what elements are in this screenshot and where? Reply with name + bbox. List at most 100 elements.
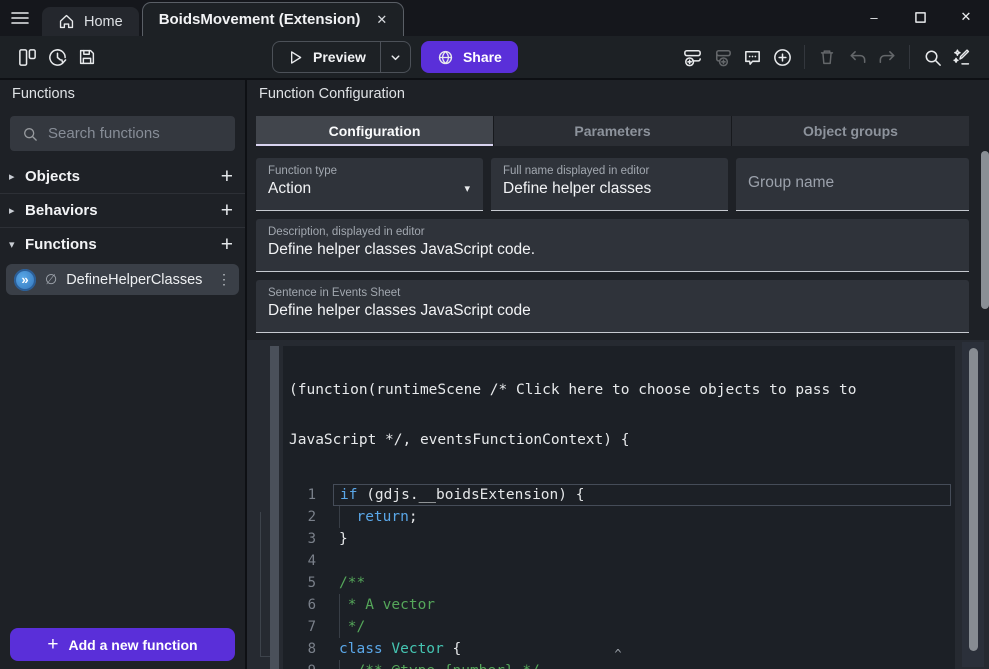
home-icon [58,13,75,30]
hamburger-icon [9,7,31,29]
code-text[interactable]: */ [333,616,951,638]
redo-button[interactable] [872,42,902,72]
events-scrollbar-track[interactable] [962,342,984,667]
tab-configuration[interactable]: Configuration [256,116,493,146]
preview-button[interactable]: Preview [273,42,380,72]
code-text[interactable]: class Vector { [333,638,951,660]
code-line[interactable]: 9 /** @type {number} */ [287,660,951,669]
tab-object-groups[interactable]: Object groups [732,116,969,146]
code-text[interactable]: /** @type {number} */ [333,660,951,669]
search-events-button[interactable] [917,42,947,72]
close-window-button[interactable]: ✕ [943,0,989,34]
add-more-button[interactable] [767,42,797,72]
history-clock-icon [47,47,68,68]
events-scrollbar-thumb[interactable] [969,348,978,651]
line-number: 6 [287,597,333,613]
code-line[interactable]: 2 return; [287,506,951,528]
code-text[interactable]: /** [333,572,951,594]
tree-section-behaviors[interactable]: ▸ Behaviors + [0,193,245,227]
chevron-down-icon: ▾ [9,238,25,251]
code-text[interactable]: return; [333,506,951,528]
history-button[interactable] [42,42,72,72]
app-window: Home BoidsMovement (Extension) ✕ – ✕ [0,0,989,669]
tab-home[interactable]: Home [42,7,139,36]
tree-section-functions[interactable]: ▾ Functions + [0,227,245,261]
delete-button[interactable] [812,42,842,72]
line-number: 5 [287,575,333,591]
chevron-right-icon: ▸ [9,170,25,183]
js-code-event[interactable]: (function(runtimeScene /* Click here to … [283,346,955,669]
function-options-kebab-icon[interactable]: ⋮ [217,271,231,288]
code-header[interactable]: (function(runtimeScene /* Click here to … [287,349,951,481]
tab-parameters[interactable]: Parameters [494,116,731,146]
toolbar: Preview Share [0,36,989,78]
add-function-button[interactable]: + [221,234,233,255]
magic-pen-icon [951,46,973,68]
trash-icon [817,47,837,67]
minimize-icon: – [870,10,877,25]
plus-icon: + [47,634,58,656]
functions-tree: ▸ Objects + ▸ Behaviors + ▾ Functions + … [0,159,245,618]
function-type-select[interactable]: Function type Action ▾ [256,158,483,211]
share-button[interactable]: Share [421,41,518,73]
full-name-field[interactable]: Full name displayed in editor Define hel… [491,158,728,211]
events-sheet: (function(runtimeScene /* Click here to … [247,340,989,669]
close-window-icon: ✕ [961,9,972,25]
add-object-button[interactable]: + [221,166,233,187]
tab-boidsmovement[interactable]: BoidsMovement (Extension) ✕ [142,2,405,36]
line-number: 7 [287,619,333,635]
description-field[interactable]: Description, displayed in editor Define … [256,219,969,272]
tree-section-objects[interactable]: ▸ Objects + [0,159,245,193]
code-text[interactable] [333,550,951,572]
add-behavior-button[interactable]: + [221,200,233,221]
titlebar: Home BoidsMovement (Extension) ✕ – ✕ [0,0,989,36]
function-item-definehelperclasses[interactable]: » ∅ DefineHelperClasses ⋮ [6,264,239,295]
config-tabs: Configuration Parameters Object groups [256,116,969,146]
minimize-button[interactable]: – [851,0,897,34]
code-line[interactable]: 6 * A vector [287,594,951,616]
code-editor[interactable]: 1if (gdjs.__boidsExtension) {2 return;3}… [287,484,951,669]
circle-plus-icon [772,47,793,68]
add-event-button[interactable] [677,42,707,72]
close-tab-icon[interactable]: ✕ [376,12,387,28]
event-drag-handle[interactable] [270,346,279,669]
globe-icon [437,49,454,66]
add-subevent-button[interactable] [707,42,737,72]
sentence-field[interactable]: Sentence in Events Sheet Define helper c… [256,280,969,333]
code-text[interactable]: if (gdjs.__boidsExtension) { [333,484,951,506]
maximize-icon [915,12,926,23]
quick-customize-button[interactable] [947,42,977,72]
line-number: 9 [287,663,333,669]
config-fields-row: Function type Action ▾ Full name display… [256,158,969,211]
full-name-value: Define helper classes [503,180,716,198]
group-name-field[interactable]: Group name [736,158,969,211]
functions-sidebar: Functions Search functions ▸ Objects + ▸… [0,80,247,669]
search-functions-input[interactable]: Search functions [10,116,235,151]
preview-label: Preview [313,49,366,65]
save-button[interactable] [72,42,102,72]
maximize-button[interactable] [897,0,943,34]
comment-bubble-icon [742,47,763,68]
undo-icon [847,47,868,68]
private-icon: ∅ [45,271,57,288]
preview-options-button[interactable] [380,42,410,72]
line-number: 8 [287,641,333,657]
code-line[interactable]: 5/** [287,572,951,594]
code-line[interactable]: 7 */ [287,616,951,638]
add-comment-button[interactable] [737,42,767,72]
editor-resize-handle[interactable]: ^ [614,647,621,661]
config-scrollbar[interactable] [981,151,989,309]
code-text[interactable]: } [333,528,951,550]
workspace: Functions Search functions ▸ Objects + ▸… [0,78,989,669]
code-text[interactable]: * A vector [333,594,951,616]
description-value: Define helper classes JavaScript code. [268,241,957,259]
open-editors-panel-button[interactable] [12,42,42,72]
redo-icon [877,47,898,68]
undo-button[interactable] [842,42,872,72]
code-line[interactable]: 3} [287,528,951,550]
code-line[interactable]: 4 [287,550,951,572]
main-menu-button[interactable] [0,0,40,36]
search-placeholder: Search functions [48,125,160,142]
code-line[interactable]: 1if (gdjs.__boidsExtension) { [287,484,951,506]
add-new-function-button[interactable]: + Add a new function [10,628,235,661]
